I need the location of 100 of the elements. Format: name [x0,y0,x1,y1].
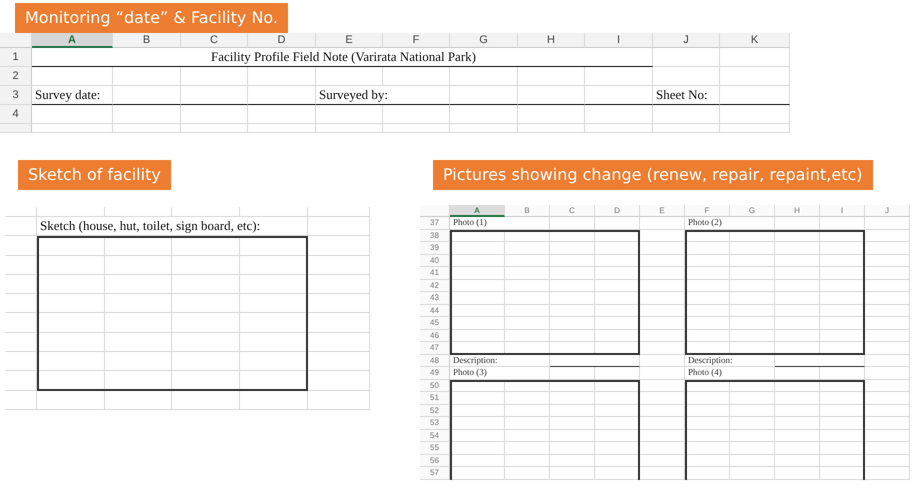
column-header[interactable]: A [450,205,505,217]
sheet-cell [865,342,910,354]
sheet-cell [505,230,550,242]
column-header[interactable]: B [113,33,181,48]
sheet-cell [865,317,910,330]
section-banner: Sketch of facility [18,160,171,190]
sheet-cell [113,124,181,133]
row-number: 48 [420,354,450,367]
sheet-cell [775,454,820,467]
sheet-cell [865,404,910,417]
sheet-cell [550,467,595,480]
sheet-cell [316,124,383,133]
sheet-cell [730,467,775,480]
sheet-cell [720,48,790,67]
sheet-cell [37,294,105,314]
sheet-cell [775,404,820,417]
column-header[interactable]: J [865,205,910,217]
sheet-cell [37,207,105,217]
sheet-cell [585,86,653,105]
sheet-cell [550,280,595,292]
column-header[interactable]: H [775,205,820,217]
row-number: 55 [420,442,450,454]
sheet-cell [775,442,820,454]
column-header[interactable]: J [653,33,720,48]
sheet-cell [730,242,775,254]
sheet-cell [550,404,595,417]
photo-label: Photo (1) [450,217,550,230]
sheet-cell [720,124,790,133]
sheet-cell [820,217,865,230]
sheet-cell [865,417,910,430]
sheet-cell [248,86,316,105]
sheet-cell [685,454,730,467]
row-number: 56 [420,454,450,467]
sheet-cell [5,274,37,294]
sheet-cell [775,242,820,254]
sheet-cell [37,390,105,410]
sheet-cell [775,430,820,442]
column-header[interactable]: A [32,33,113,48]
row-number: 42 [420,280,450,292]
column-header[interactable]: I [585,33,653,48]
column-header[interactable]: I [820,205,865,217]
sheet-cell [308,294,370,314]
row-number: 45 [420,317,450,330]
sheet-cell [865,217,910,230]
row-number: 39 [420,242,450,254]
sheet-cell [775,367,820,380]
sheet-cell [775,280,820,292]
sheet-cell [5,236,37,256]
column-header[interactable]: C [181,33,248,48]
sheet-cell [550,242,595,254]
column-header[interactable]: D [248,33,316,48]
sheet-cell [640,417,685,430]
sheet-cell [172,207,240,217]
sheet-cell [450,454,505,467]
column-header[interactable]: H [518,33,585,48]
sheet-cell [450,417,505,430]
sheet-cell [775,304,820,317]
sheet-cell [865,292,910,304]
sheet-cell [181,86,248,105]
sheet-cell [450,242,505,254]
sheet-cell [105,313,172,333]
corner-cell [0,33,32,48]
sheet-cell [865,267,910,280]
sheet-cell [685,380,730,392]
photo-label: Photo (3) [450,367,550,380]
sheet-cell [550,367,595,380]
sheet-cell [865,330,910,342]
row-number: 3 [0,86,32,105]
column-header[interactable]: F [685,205,730,217]
sheet-cell [450,467,505,480]
sheet-cell [172,352,240,372]
column-header[interactable]: B [505,205,550,217]
column-header[interactable]: K [720,33,790,48]
column-header[interactable]: C [550,205,595,217]
column-header[interactable]: E [316,33,383,48]
sheet-cell [775,230,820,242]
sheet-cell [172,274,240,294]
sheet-cell [640,342,685,354]
sheet-cell [653,105,720,124]
column-header[interactable]: F [383,33,450,48]
sheet-cell [685,467,730,480]
sheet-cell [865,392,910,404]
row-number: 49 [420,367,450,380]
column-header[interactable]: E [640,205,685,217]
sheet-cell [585,105,653,124]
sheet-cell [505,442,550,454]
sheet-cell [730,292,775,304]
column-header[interactable]: G [450,33,518,48]
sheet-cell [730,317,775,330]
row-number: 4 [0,105,32,124]
description-label: Description: [450,354,550,367]
column-header[interactable]: D [595,205,640,217]
sheet-cell [181,124,248,133]
sheet-cell [550,392,595,404]
sheet-cell [865,304,910,317]
column-header[interactable]: G [730,205,775,217]
sheet-cell [730,430,775,442]
sheet-cell [308,313,370,333]
sheet-cell [450,105,518,124]
sheet-cell [720,67,790,86]
